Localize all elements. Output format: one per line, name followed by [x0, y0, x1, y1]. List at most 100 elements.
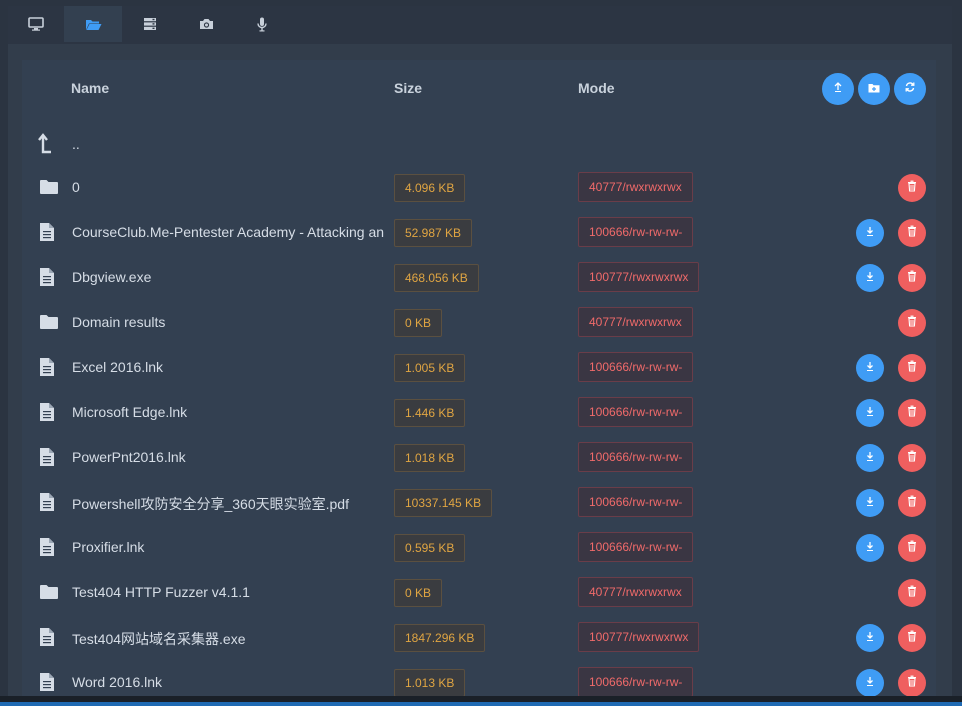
tab-files[interactable] — [64, 6, 122, 42]
trash-icon — [907, 179, 917, 197]
size-badge: 468.056 KB — [394, 264, 479, 292]
mode-badge: 100777/rwxrwxrwx — [578, 622, 700, 652]
delete-button[interactable] — [898, 489, 926, 517]
file-name[interactable]: Test404 HTTP Fuzzer v4.1.1 — [72, 584, 384, 600]
delete-button[interactable] — [898, 309, 926, 337]
trash-icon — [907, 314, 917, 332]
delete-button[interactable] — [898, 624, 926, 652]
file-icon — [39, 627, 55, 652]
trash-icon — [907, 269, 917, 287]
file-icon — [39, 447, 55, 472]
mode-badge: 100666/rw-rw-rw- — [578, 442, 694, 472]
file-name[interactable]: Proxifier.lnk — [72, 539, 384, 555]
column-header-name[interactable]: Name — [71, 80, 109, 98]
file-name[interactable]: Test404网站域名采集器.exe — [72, 629, 384, 649]
trash-icon — [907, 449, 917, 467]
file-row[interactable]: Microsoft Edge.lnk 1.446 KB 100666/rw-rw-r… — [22, 390, 936, 435]
download-icon — [865, 404, 875, 422]
size-badge: 1847.296 KB — [394, 624, 486, 652]
file-icon — [39, 222, 55, 247]
delete-button[interactable] — [898, 219, 926, 247]
trash-icon — [907, 224, 917, 242]
download-button[interactable] — [856, 219, 884, 247]
delete-button[interactable] — [898, 174, 926, 202]
upload-icon — [833, 80, 843, 98]
file-row[interactable]: Powershell攻防安全分享_360天眼实验室.pdf 10337.145 K… — [22, 480, 936, 525]
file-name[interactable]: Excel 2016.lnk — [72, 359, 384, 375]
file-name[interactable]: Word 2016.lnk — [72, 674, 384, 690]
size-badge: 1.005 KB — [394, 354, 466, 382]
folder-plus-icon — [868, 80, 880, 98]
status-accent-line — [0, 702, 962, 706]
file-row[interactable]: CourseClub.Me-Pentester Academy - Attack… — [22, 210, 936, 255]
download-icon — [865, 449, 875, 467]
delete-button[interactable] — [898, 669, 926, 697]
file-row[interactable]: Proxifier.lnk 0.595 KB 100666/rw-rw-rw- — [22, 525, 936, 570]
file-name[interactable]: Powershell攻防安全分享_360天眼实验室.pdf — [72, 494, 384, 514]
file-row[interactable]: Excel 2016.lnk 1.005 KB 100666/rw-rw-rw- — [22, 345, 936, 390]
trash-icon — [907, 584, 917, 602]
mode-badge: 40777/rwxrwxrwx — [578, 307, 693, 337]
tab-camera[interactable] — [178, 6, 234, 42]
folder-row[interactable]: Domain results 0 KB 40777/rwxrwxrwx — [22, 300, 936, 345]
mode-badge: 40777/rwxrwxrwx — [578, 577, 693, 607]
tab-microphone[interactable] — [234, 6, 290, 42]
app-window: Name Size Mode .. 0 4.096 KB 40777/rwxrwxr… — [0, 0, 962, 706]
download-icon — [865, 494, 875, 512]
mode-badge: 100666/rw-rw-rw- — [578, 352, 694, 382]
download-button[interactable] — [856, 354, 884, 382]
file-icon — [39, 357, 55, 382]
upload-button[interactable] — [822, 73, 854, 105]
parent-directory-label: .. — [72, 136, 80, 152]
delete-button[interactable] — [898, 444, 926, 472]
file-name[interactable]: Domain results — [72, 314, 384, 330]
trash-icon — [907, 629, 917, 647]
file-name[interactable]: PowerPnt2016.lnk — [72, 449, 384, 465]
download-button[interactable] — [856, 264, 884, 292]
tab-screen[interactable] — [8, 6, 64, 42]
bottom-status-bar — [0, 696, 962, 706]
file-row[interactable]: PowerPnt2016.lnk 1.018 KB 100666/rw-rw-rw- — [22, 435, 936, 480]
tab-system[interactable] — [122, 6, 178, 42]
mode-badge: 100666/rw-rw-rw- — [578, 487, 694, 517]
delete-button[interactable] — [898, 534, 926, 562]
download-icon — [865, 269, 875, 287]
download-button[interactable] — [856, 444, 884, 472]
delete-button[interactable] — [898, 354, 926, 382]
delete-button[interactable] — [898, 579, 926, 607]
download-icon — [865, 359, 875, 377]
file-icon — [39, 402, 55, 427]
file-name[interactable]: Dbgview.exe — [72, 269, 384, 285]
download-button[interactable] — [856, 399, 884, 427]
download-button[interactable] — [856, 534, 884, 562]
file-row[interactable]: Dbgview.exe 468.056 KB 100777/rwxrwxrwx — [22, 255, 936, 300]
mode-badge: 100666/rw-rw-rw- — [578, 397, 694, 427]
trash-icon — [907, 494, 917, 512]
server-icon — [143, 17, 157, 31]
folder-row[interactable]: 0 4.096 KB 40777/rwxrwxrwx — [22, 165, 936, 210]
size-badge: 1.446 KB — [394, 399, 466, 427]
download-icon — [865, 539, 875, 557]
camera-icon — [199, 18, 214, 30]
size-badge: 1.018 KB — [394, 444, 466, 472]
folder-icon — [39, 314, 59, 335]
folder-icon — [39, 584, 59, 605]
file-name[interactable]: Microsoft Edge.lnk — [72, 404, 384, 420]
download-button[interactable] — [856, 489, 884, 517]
size-badge: 4.096 KB — [394, 174, 466, 202]
download-button[interactable] — [856, 669, 884, 697]
delete-button[interactable] — [898, 399, 926, 427]
new-folder-button[interactable] — [858, 73, 890, 105]
column-header-mode[interactable]: Mode — [578, 80, 615, 98]
file-name[interactable]: CourseClub.Me-Pentester Academy - Attack… — [72, 224, 384, 240]
download-icon — [865, 629, 875, 647]
refresh-button[interactable] — [894, 73, 926, 105]
folder-row[interactable]: Test404 HTTP Fuzzer v4.1.1 0 KB 40777/rwxr… — [22, 570, 936, 615]
column-header-size[interactable]: Size — [394, 80, 422, 98]
download-button[interactable] — [856, 624, 884, 652]
refresh-icon — [904, 80, 916, 98]
delete-button[interactable] — [898, 264, 926, 292]
file-name[interactable]: 0 — [72, 179, 384, 195]
file-row[interactable]: Test404网站域名采集器.exe 1847.296 KB 100777/rwxr… — [22, 615, 936, 660]
microphone-icon — [257, 17, 267, 32]
